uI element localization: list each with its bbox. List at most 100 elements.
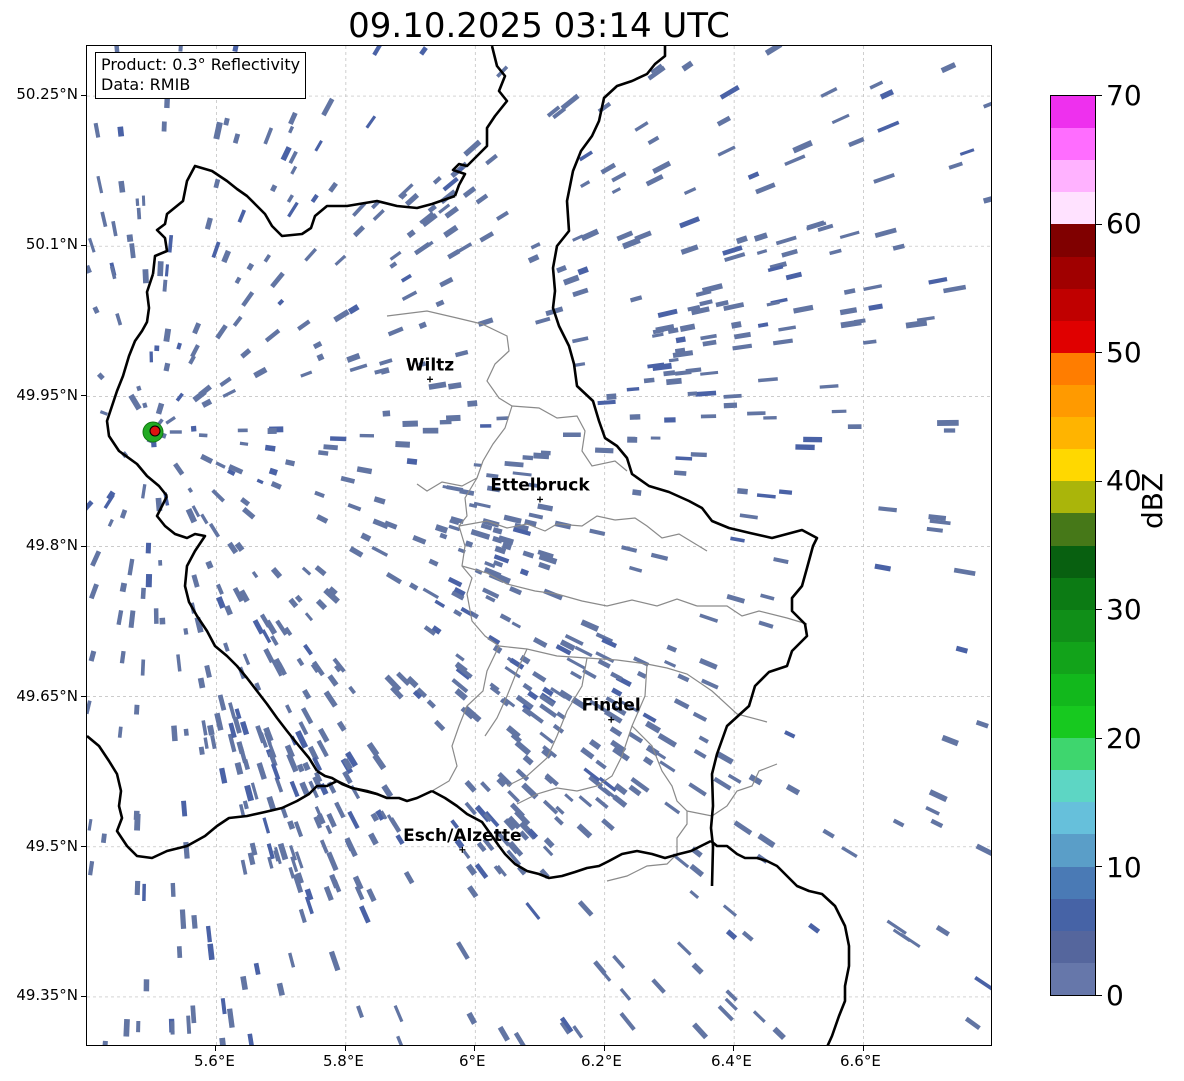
echo-cell xyxy=(419,46,428,56)
echo-cell xyxy=(293,821,304,838)
echo-cell xyxy=(664,801,681,815)
echo-cell xyxy=(418,321,427,330)
echo-cell xyxy=(764,46,783,56)
echo-cell xyxy=(848,136,865,148)
echo-cell xyxy=(118,180,126,193)
echo-cell xyxy=(464,780,477,793)
echo-cell xyxy=(163,328,172,342)
echo-cell xyxy=(316,514,329,524)
colorbar-segment xyxy=(1051,865,1095,899)
echo-cell xyxy=(435,299,445,308)
lon-label: 5.8°E xyxy=(323,1052,364,1070)
radar-map[interactable]: Wiltz Ettelbruck Findel Esch/Alzette Produc… xyxy=(86,45,992,1046)
echo-cell xyxy=(588,738,602,750)
echo-cell xyxy=(340,475,356,484)
lon-label: 6.2°E xyxy=(581,1052,622,1070)
echo-cell xyxy=(673,470,687,476)
colorbar-segment xyxy=(1051,833,1095,867)
echo-cell xyxy=(775,235,797,246)
echo-cell xyxy=(387,326,404,337)
echo-cell xyxy=(200,453,214,465)
axis-tick xyxy=(862,1046,864,1051)
echo-cell xyxy=(528,512,544,520)
echo-cell xyxy=(839,230,860,240)
echo-cell xyxy=(318,450,329,456)
echo-cell xyxy=(96,372,105,381)
echo-cell xyxy=(173,462,185,476)
echo-cell xyxy=(843,288,856,295)
echo-cell xyxy=(532,670,547,683)
echo-cell xyxy=(188,355,196,365)
echo-cell xyxy=(127,558,135,576)
echo-cell xyxy=(757,377,778,383)
echo-cell xyxy=(666,644,678,653)
echo-cell xyxy=(760,593,775,601)
echo-cell xyxy=(296,657,305,667)
echo-cell xyxy=(611,187,622,194)
echo-cell xyxy=(408,582,419,591)
echo-cell xyxy=(216,583,224,595)
echo-cell xyxy=(304,247,318,262)
echo-cell xyxy=(223,117,230,126)
echo-cell xyxy=(733,331,751,340)
echo-cell xyxy=(371,545,389,557)
echo-cell xyxy=(117,726,123,738)
echo-cell xyxy=(136,207,142,220)
lon-label: 6.6°E xyxy=(840,1052,881,1070)
echo-cell xyxy=(234,762,244,776)
colorbar-segment xyxy=(1051,127,1095,161)
axis-tick xyxy=(81,395,86,397)
colorbar-segment xyxy=(1051,577,1095,610)
echo-cell xyxy=(330,436,347,442)
echo-cell xyxy=(141,195,146,206)
echo-cell xyxy=(675,456,693,461)
echo-cell xyxy=(400,273,412,283)
echo-cell xyxy=(600,162,617,175)
echo-cell xyxy=(513,1031,527,1045)
echo-cell xyxy=(795,444,815,451)
echo-cell xyxy=(287,201,299,218)
echo-cell xyxy=(575,362,586,367)
echo-cell xyxy=(134,704,140,715)
colorbar-segment xyxy=(1051,512,1095,546)
echo-cell xyxy=(252,619,265,635)
echo-cell xyxy=(167,234,174,253)
echo-cell xyxy=(87,818,93,831)
echo-cell xyxy=(611,171,627,183)
echo-cell xyxy=(808,922,821,934)
echo-cell xyxy=(211,241,221,259)
axis-tick xyxy=(81,845,86,847)
echo-cell xyxy=(115,313,123,326)
echo-cell xyxy=(359,905,371,924)
echo-cell xyxy=(959,148,975,156)
echo-cell xyxy=(537,503,554,512)
echo-cell xyxy=(619,987,632,1001)
echo-cell xyxy=(925,806,940,816)
echo-cell xyxy=(102,1040,108,1045)
echo-cell xyxy=(145,574,153,588)
echo-cell xyxy=(473,463,482,467)
colorbar-segment xyxy=(1051,448,1095,482)
echo-cell xyxy=(240,497,251,507)
echo-cell xyxy=(285,704,293,714)
echo-cell xyxy=(301,566,312,576)
echo-cell xyxy=(270,481,282,490)
echo-cell xyxy=(747,411,766,416)
colorbar-tick-label: 20 xyxy=(1106,722,1142,755)
echo-cell xyxy=(564,793,574,803)
colorbar-segment xyxy=(1051,673,1095,707)
echo-cell xyxy=(240,859,248,875)
echo-cell xyxy=(627,436,638,443)
echo-cell xyxy=(181,800,188,817)
echo-cell xyxy=(434,599,446,609)
echo-cell xyxy=(793,304,814,314)
echo-cell xyxy=(492,527,503,535)
echo-cell xyxy=(208,522,221,538)
echo-cell xyxy=(943,428,956,433)
echo-cell xyxy=(606,393,617,400)
echo-cell xyxy=(298,908,307,924)
echo-cell xyxy=(216,596,226,609)
echo-cell xyxy=(554,815,564,826)
echo-cell xyxy=(434,524,449,534)
echo-cell xyxy=(323,690,338,708)
